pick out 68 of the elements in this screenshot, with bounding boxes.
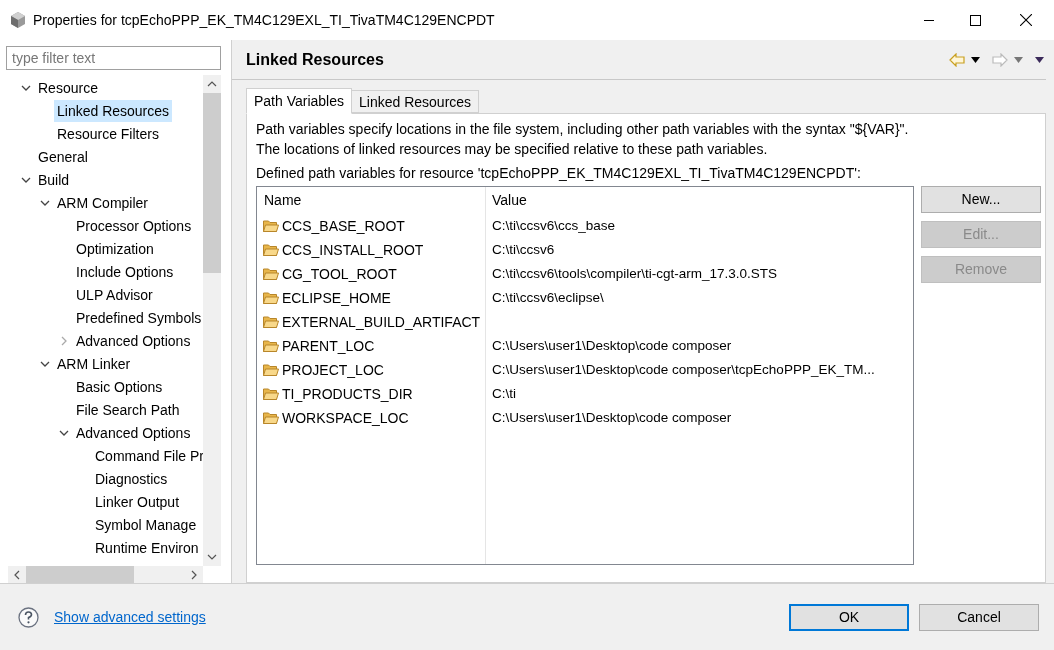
tree-item[interactable]: Optimization [73,237,157,260]
folder-icon [263,388,279,400]
table-cell[interactable]: TI_PRODUCTS_DIR [282,383,413,405]
help-icon[interactable] [18,606,39,628]
filter-field[interactable]: type filter text [6,46,221,70]
table-cell[interactable]: C:\ti [492,383,516,405]
advanced-settings-link[interactable]: Show advanced settings [54,606,206,628]
tree-item[interactable]: ULP Advisor [73,283,156,306]
tree-item[interactable]: Linker Output [92,490,183,513]
folder-icon [263,412,279,424]
table-cell[interactable]: CG_TOOL_ROOT [282,263,397,285]
vertical-scrollbar[interactable] [203,75,221,566]
tree-item[interactable]: Processor Options [73,214,195,237]
table-cell[interactable]: C:\Users\user1\Desktop\code composer\tcpEchoPPP_EK_TM... [492,359,875,381]
folder-icon [263,244,279,256]
table-cell[interactable]: ECLIPSE_HOME [282,287,391,309]
tree-item[interactable]: Symbol Manage [92,513,200,536]
column-header[interactable]: Value [486,189,913,211]
table-cell[interactable]: C:\ti\ccsv6\ccs_base [492,215,616,237]
tree-item[interactable]: Include Options [73,260,177,283]
tree-item[interactable]: ARM Compiler [54,191,151,214]
tree-item[interactable]: Build [35,168,73,191]
table-cell[interactable]: CCS_INSTALL_ROOT [282,239,424,261]
table-cell[interactable]: PROJECT_LOC [282,359,384,381]
folder-icon [263,292,279,304]
tree-item[interactable]: Runtime Environ [92,536,202,559]
table-cell[interactable]: WORKSPACE_LOC [282,407,409,429]
dialog-button[interactable]: OK [789,603,909,631]
folder-icon [263,340,279,352]
description-text: The locations of linked resources may be specified relative to these path variables. [256,140,769,159]
folder-icon [263,220,279,232]
tree-item[interactable]: File Search Path [73,398,183,421]
tab[interactable]: Linked Resources [352,90,480,113]
table-cell[interactable]: C:\ti\ccsv6 [492,239,555,261]
table-cell[interactable]: EXTERNAL_BUILD_ARTIFACT [282,311,481,333]
tree-item[interactable]: Resource Filters [54,122,162,145]
action-button[interactable]: New... [921,186,1041,213]
folder-icon [263,316,279,328]
table-cell[interactable]: C:\ti\ccsv6\eclipse\ [492,287,604,309]
folder-icon [263,268,279,280]
table-caption: Defined path variables for resource 'tcpEchoPPP_EK_TM4C129EXL_TI_TivaTM4C129ENCPDT': [256,164,862,183]
tab[interactable]: Path Variables [246,88,352,114]
close-icon[interactable] [1020,14,1032,26]
tree-item[interactable]: Diagnostics [92,467,171,490]
column-header[interactable]: Name [257,187,486,213]
table-cell[interactable]: PARENT_LOC [282,335,375,357]
page-title: Linked Resources [246,49,384,70]
table-cell[interactable]: C:\Users\user1\Desktop\code composer [492,407,732,429]
tree-item[interactable]: General [35,145,91,168]
dropdown-icon[interactable] [971,56,980,63]
table-cell[interactable]: CCS_BASE_ROOT [282,215,405,237]
tree-item[interactable]: ARM Linker [54,352,134,375]
cube-icon [9,11,27,29]
table-cell[interactable]: C:\ti\ccsv6\tools\compiler\ti-cgt-arm_17.3.0.STS [492,263,778,285]
description-text: Path variables specify locations in the file system, including other path variables with the syntax "${VAR}". [256,120,910,139]
table-cell[interactable]: C:\Users\user1\Desktop\code composer [492,335,732,357]
folder-icon [263,364,279,376]
tree-item[interactable]: Advanced Options [73,421,194,444]
tree-item[interactable]: Advanced Options [73,329,194,352]
view-menu-icon[interactable] [1035,56,1044,63]
tree-item[interactable]: Resource [35,76,101,99]
dialog-button[interactable]: Cancel [919,603,1039,631]
tree-item[interactable]: Predefined Symbols [73,306,203,329]
window-title: Properties for tcpEchoPPP_EK_TM4C129EXL_TI_TivaTM4C129ENCPDT [33,10,495,30]
horizontal-scrollbar[interactable] [8,566,203,583]
tree-item[interactable]: Command File Pr [92,444,203,467]
tree-item[interactable]: Linked Resources [54,99,173,122]
tree-item[interactable]: Basic Options [73,375,166,398]
